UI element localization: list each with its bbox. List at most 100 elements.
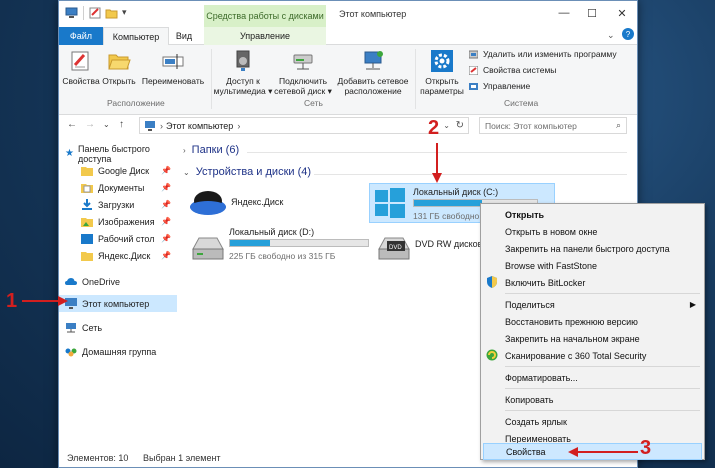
tab-computer[interactable]: Компьютер — [103, 27, 169, 46]
network-drive-icon — [293, 54, 313, 70]
hard-drive-icon — [192, 237, 224, 260]
menu-item-bitlocker[interactable]: Включить BitLocker — [481, 274, 704, 291]
forward-arrow-icon[interactable]: → — [85, 119, 95, 130]
pin-icon[interactable]: 📌 — [161, 183, 171, 192]
pin-icon[interactable]: 📌 — [161, 251, 171, 260]
media-access-icon — [236, 50, 250, 71]
pin-icon[interactable]: 📌 — [161, 234, 171, 243]
nav-downloads[interactable]: Загрузки 📌 — [59, 196, 177, 213]
manage-button[interactable]: Управление — [469, 81, 530, 91]
pin-icon[interactable]: 📌 — [161, 217, 171, 226]
drive-local-d[interactable]: Локальный диск (D:) 225 ГБ свободно из 3… — [189, 227, 379, 267]
menu-item-open[interactable]: Открыть — [481, 206, 704, 223]
uninstall-program-button[interactable]: Удалить или изменить программу — [469, 49, 617, 59]
drive-yandex-disk[interactable]: Яндекс.Диск — [189, 183, 309, 223]
menu-item-360-scan[interactable]: Сканирование с 360 Total Security — [481, 347, 704, 364]
nav-this-pc[interactable]: Этот компьютер — [59, 295, 177, 312]
search-input[interactable]: Поиск: Этот компьютер ⌕ — [479, 117, 627, 134]
new-folder-quick-icon[interactable] — [105, 7, 118, 19]
help-icon[interactable]: ? — [622, 28, 634, 40]
collapse-chevron-icon: ⌄ — [183, 167, 190, 177]
nav-homegroup[interactable]: Домашняя группа — [59, 343, 177, 360]
network-icon — [66, 323, 76, 333]
menu-item-pin-start[interactable]: Закрепить на начальном экране — [481, 330, 704, 347]
separator — [83, 6, 84, 20]
drive-dvd-rw[interactable]: DVD DVD RW дисково — [377, 231, 487, 267]
nav-documents[interactable]: Документы 📌 — [59, 179, 177, 196]
breadcrumb-chevron[interactable]: › — [237, 121, 240, 131]
folders-section-header[interactable]: › Папки (6) — [183, 144, 239, 156]
menu-item-open-new-window[interactable]: Открыть в новом окне — [481, 223, 704, 240]
desktop-icon — [81, 234, 93, 244]
nav-label: Загрузки — [98, 199, 135, 210]
properties-button[interactable]: Свойства — [62, 49, 100, 86]
menu-item-create-shortcut[interactable]: Создать ярлык — [481, 413, 704, 430]
menu-item-format[interactable]: Форматировать... — [481, 369, 704, 386]
system-properties-button[interactable]: Свойства системы — [469, 65, 556, 75]
menu-item-faststone[interactable]: Browse with FastStone — [481, 257, 704, 274]
nav-quick-access[interactable]: ★ Панель быстрого доступа — [59, 144, 177, 164]
open-settings-button[interactable]: Открыть параметры — [419, 49, 465, 96]
address-field[interactable]: › Этот компьютер › ⌄ ↻ — [139, 117, 469, 134]
properties-icon — [71, 51, 89, 71]
computer-icon — [145, 120, 155, 131]
menu-item-restore-version[interactable]: Восстановить прежнюю версию — [481, 313, 704, 330]
devices-section-header[interactable]: ⌄ Устройства и диски (4) — [183, 166, 311, 178]
rename-button[interactable]: Переименовать — [139, 49, 207, 86]
drive-name: Локальный диск (C:) — [413, 187, 499, 197]
manage-icon — [469, 82, 478, 90]
selected-count: Выбран 1 элемент — [143, 453, 221, 463]
media-access-label-1: Доступ к — [226, 76, 260, 86]
star-icon: ★ — [65, 148, 74, 159]
shield-icon — [487, 276, 497, 288]
minimize-button[interactable]: — — [551, 3, 577, 23]
open-folder-icon — [108, 54, 131, 70]
breadcrumb-chevron[interactable]: › — [160, 121, 163, 131]
map-drive-label-2: сетевой диск ▾ — [274, 86, 332, 96]
map-network-drive-button[interactable]: Подключить сетевой диск ▾ — [273, 49, 333, 96]
add-network-location-button[interactable]: Добавить сетевое расположение — [335, 49, 411, 96]
open-settings-label-2: параметры — [420, 86, 464, 96]
menu-item-pin-quick-access[interactable]: Закрепить на панели быстрого доступа — [481, 240, 704, 257]
open-button[interactable]: Открыть — [101, 49, 137, 86]
tab-file[interactable]: Файл — [59, 27, 103, 45]
media-access-button[interactable]: Доступ к мультимедиа ▾ — [213, 49, 273, 96]
pin-icon[interactable]: 📌 — [161, 200, 171, 209]
drive-name: Яндекс.Диск — [231, 197, 284, 207]
drive-name: Локальный диск (D:) — [229, 227, 315, 237]
back-arrow-icon[interactable]: ← — [67, 119, 77, 130]
up-arrow-icon[interactable]: ↑ — [119, 119, 124, 130]
computer-icon[interactable] — [65, 7, 78, 19]
drive-name: DVD RW дисково — [415, 239, 488, 249]
recent-locations-icon[interactable]: ⌄ — [103, 120, 110, 129]
menu-item-share[interactable]: Поделиться ▶ — [481, 296, 704, 313]
annotation-arrow-3 — [568, 447, 638, 457]
breadcrumb-this-pc[interactable]: Этот компьютер — [166, 121, 233, 131]
drive-usage-bar — [229, 239, 369, 247]
nav-pictures[interactable]: Изображения 📌 — [59, 213, 177, 230]
add-location-label-1: Добавить сетевое — [337, 76, 409, 86]
menu-item-copy[interactable]: Копировать — [481, 391, 704, 408]
ribbon-collapse-icon[interactable]: ⌄ — [607, 30, 615, 41]
pin-icon[interactable]: 📌 — [161, 166, 171, 175]
nav-desktop[interactable]: Рабочий стол 📌 — [59, 230, 177, 247]
refresh-icon[interactable]: ↻ — [456, 120, 464, 131]
nav-yandex-disk[interactable]: Яндекс.Диск 📌 — [59, 247, 177, 264]
group-label-system: Система — [504, 98, 539, 108]
folder-icon — [81, 167, 93, 176]
tab-manage[interactable]: Управление — [204, 27, 326, 45]
nav-onedrive[interactable]: OneDrive — [59, 273, 177, 290]
nav-label: OneDrive — [82, 276, 121, 287]
close-button[interactable]: ✕ — [609, 3, 635, 23]
tab-view[interactable]: Вид — [169, 27, 199, 45]
menu-separator — [505, 293, 700, 294]
nav-google-drive[interactable]: Google Диск 📌 — [59, 162, 177, 179]
properties-quick-icon[interactable] — [89, 7, 102, 19]
divider — [314, 174, 627, 175]
group-separator — [415, 49, 416, 109]
nav-network[interactable]: Сеть — [59, 319, 177, 336]
maximize-button[interactable]: ☐ — [579, 3, 605, 23]
address-dropdown-icon[interactable]: ⌄ — [443, 121, 450, 130]
expand-chevron-icon: › — [183, 145, 186, 155]
quick-access-dropdown-icon[interactable]: ▾ — [122, 7, 127, 18]
